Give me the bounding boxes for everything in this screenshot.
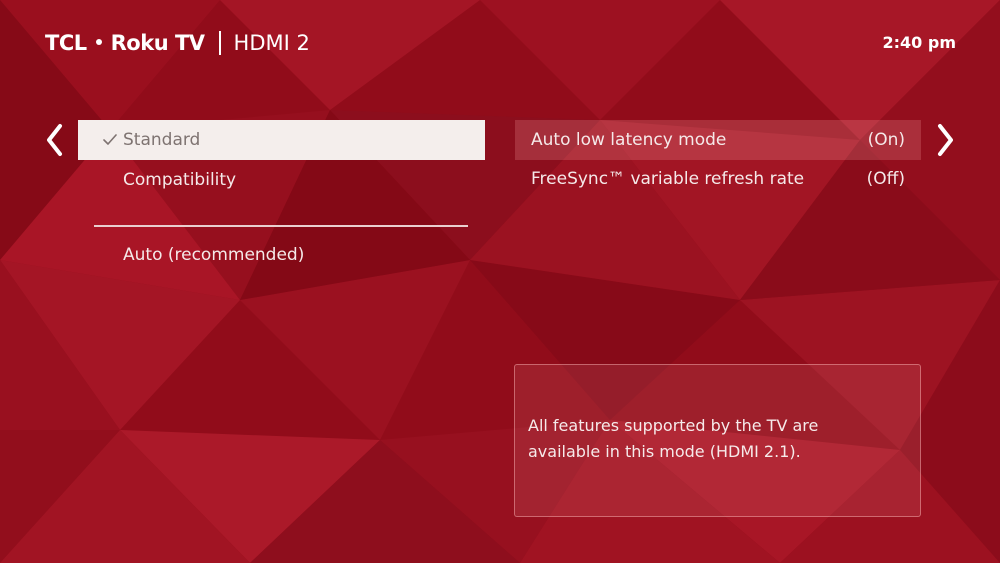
logo-dot [95,39,102,45]
clock: 2:40 pm [882,33,957,52]
menu-divider [94,225,468,227]
mode-option-compatibility[interactable]: Compatibility [78,160,485,200]
mode-option-auto[interactable]: Auto (recommended) [78,235,485,275]
chevron-right-icon [938,124,953,156]
nav-forward-arrow[interactable] [932,120,958,160]
check-icon [78,134,123,146]
mode-menu: Standard Compatibility Auto (recommended… [78,120,485,275]
header: TCL Roku TV HDMI 2 [45,28,310,58]
mode-option-standard[interactable]: Standard [78,120,485,160]
nav-back-arrow[interactable] [42,120,68,160]
roku-tv-logo: Roku TV [110,31,205,55]
info-text-line: available in this mode (HDMI 2.1). [528,442,801,461]
input-source-title: HDMI 2 [233,31,310,55]
feature-value: (On) [867,130,905,150]
chevron-left-icon [47,124,62,156]
header-divider [218,31,221,55]
feature-freesync[interactable]: FreeSync™ variable refresh rate (Off) [515,160,921,198]
mode-option-label: Compatibility [123,170,237,190]
mode-option-label: Standard [123,130,201,150]
info-text-line: All features supported by the TV are [528,416,819,435]
feature-value: (Off) [866,169,905,189]
feature-list: Auto low latency mode (On) FreeSync™ var… [515,120,921,198]
info-panel: All features supported by the TV are ava… [514,364,921,517]
feature-label: Auto low latency mode [531,130,727,150]
tcl-logo: TCL [45,31,87,55]
feature-auto-low-latency[interactable]: Auto low latency mode (On) [515,120,921,160]
mode-option-label: Auto (recommended) [123,245,305,265]
feature-label: FreeSync™ variable refresh rate [531,169,805,189]
